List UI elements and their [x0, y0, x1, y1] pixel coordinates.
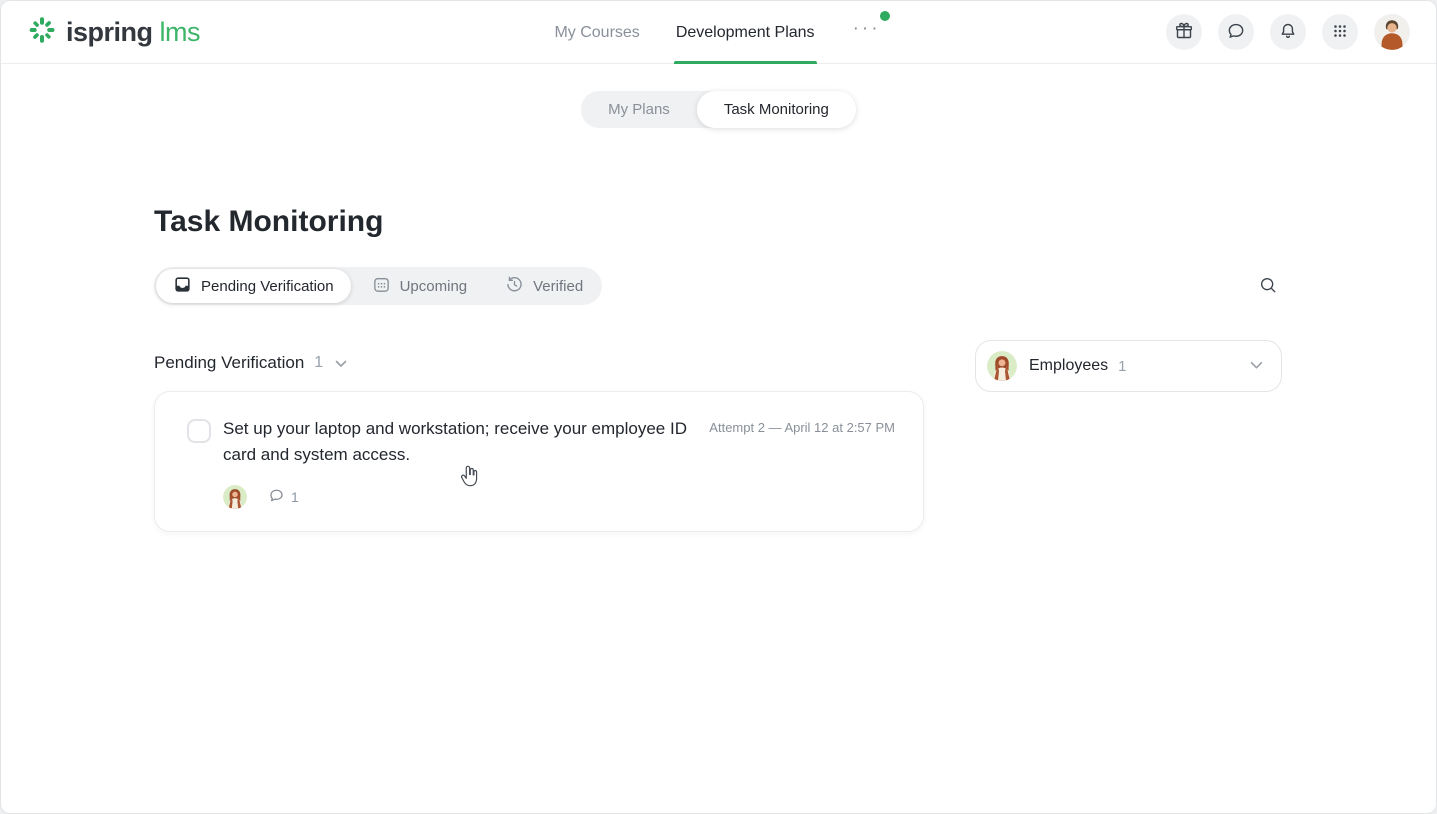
- apps-button[interactable]: [1322, 14, 1358, 50]
- employees-count: 1: [1118, 357, 1127, 375]
- section-title: Pending Verification: [154, 352, 305, 372]
- filter-tabs: Pending Verification Upcoming Verified: [154, 267, 603, 305]
- inbox-icon: [173, 275, 192, 298]
- brand-burst-icon: [27, 15, 57, 50]
- tab-my-plans[interactable]: My Plans: [581, 91, 697, 128]
- task-checkbox[interactable]: [187, 419, 211, 443]
- messages-button[interactable]: [1218, 14, 1254, 50]
- top-bar: ispring lms My Courses Development Plans…: [1, 1, 1436, 64]
- nav-development-plans[interactable]: Development Plans: [673, 1, 817, 64]
- page-title: Task Monitoring: [154, 205, 384, 238]
- user-avatar[interactable]: [1374, 14, 1410, 50]
- apps-grid-icon: [1331, 22, 1349, 43]
- section-header[interactable]: Pending Verification 1: [154, 352, 347, 373]
- notifications-button[interactable]: [1270, 14, 1306, 50]
- view-switcher-row: My Plans Task Monitoring: [1, 91, 1436, 128]
- filter-pending-verification[interactable]: Pending Verification: [156, 269, 351, 303]
- nav-more-button[interactable]: ···: [849, 10, 890, 50]
- filter-label: Verified: [533, 277, 584, 295]
- task-text[interactable]: Set up your laptop and workstation; rece…: [223, 416, 705, 468]
- brand-logo[interactable]: ispring lms: [27, 15, 201, 50]
- task-card-meta: 1: [223, 485, 895, 509]
- brand-wordmark: ispring lms: [66, 16, 201, 48]
- employees-dropdown[interactable]: Employees 1: [975, 340, 1282, 392]
- filter-label: Pending Verification: [201, 277, 334, 295]
- assignee-avatar[interactable]: [223, 485, 247, 509]
- task-card[interactable]: Set up your laptop and workstation; rece…: [154, 391, 924, 532]
- chevron-down-icon: [335, 355, 347, 373]
- nav-my-courses[interactable]: My Courses: [552, 1, 641, 64]
- main-nav: My Courses Development Plans ···: [552, 1, 890, 64]
- notification-dot: [879, 10, 890, 21]
- search-icon: [1258, 275, 1278, 298]
- employees-label: Employees: [1029, 357, 1109, 374]
- gift-icon: [1174, 21, 1194, 44]
- brand-name-secondary: lms: [159, 16, 201, 47]
- brand-name-primary: ispring: [66, 16, 153, 47]
- history-icon: [505, 275, 524, 298]
- employee-avatar: [987, 351, 1017, 381]
- task-card-top: Set up your laptop and workstation; rece…: [187, 416, 895, 468]
- filter-row: Pending Verification Upcoming Verified: [154, 267, 1282, 305]
- task-attempt-info: Attempt 2 — April 12 at 2:57 PM: [709, 420, 895, 435]
- view-switcher: My Plans Task Monitoring: [581, 91, 856, 128]
- ellipsis-icon: ···: [852, 17, 881, 39]
- filter-upcoming[interactable]: Upcoming: [353, 267, 487, 305]
- bell-icon: [1278, 21, 1298, 44]
- search-button[interactable]: [1254, 271, 1282, 302]
- comment-icon: [268, 487, 285, 507]
- app-window: ispring lms My Courses Development Plans…: [0, 0, 1437, 814]
- gift-button[interactable]: [1166, 14, 1202, 50]
- section-count: 1: [314, 353, 324, 371]
- header-actions: [1166, 14, 1410, 50]
- chevron-down-icon: [1250, 357, 1263, 375]
- tab-task-monitoring[interactable]: Task Monitoring: [696, 91, 856, 128]
- chat-icon: [1226, 21, 1246, 44]
- filter-verified[interactable]: Verified: [486, 267, 602, 305]
- comment-count: 1: [291, 489, 299, 505]
- filter-label: Upcoming: [399, 277, 468, 295]
- comments-button[interactable]: 1: [268, 487, 299, 507]
- calendar-icon: [372, 275, 391, 298]
